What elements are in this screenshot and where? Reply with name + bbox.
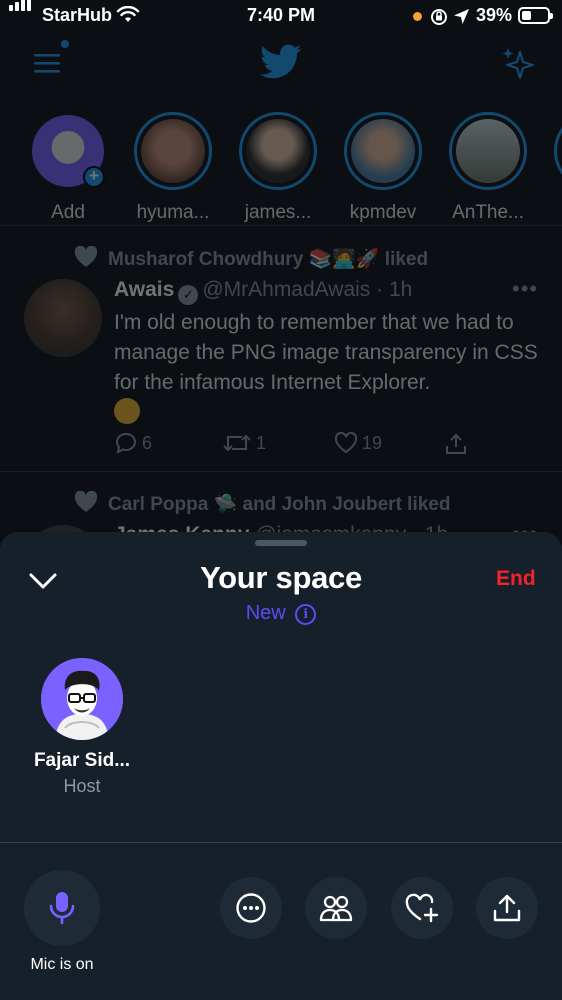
end-space-button[interactable]: End (496, 567, 536, 591)
share-space-button[interactable] (476, 877, 538, 939)
reply-icon (115, 432, 136, 454)
space-status: New i (0, 602, 562, 625)
reply-button[interactable]: 6 (114, 432, 152, 454)
fleets-carousel: + Add hyuma... james... kpmdev AnThe... (0, 106, 562, 226)
fleet-item[interactable] (553, 112, 562, 190)
shushing-face-emoji (114, 398, 140, 424)
avatar[interactable] (24, 279, 102, 357)
people-icon (319, 895, 353, 922)
fleet-name: AnThe... (452, 202, 524, 223)
retweet-button[interactable]: 1 (222, 432, 266, 454)
heart-icon (74, 491, 98, 512)
hamburger-menu-icon[interactable] (34, 52, 62, 74)
share-icon (493, 894, 521, 922)
fleet-add[interactable]: + Add (28, 112, 108, 224)
like-button[interactable]: 19 (334, 432, 382, 454)
host-avatar-illustration (41, 658, 123, 740)
avatar (456, 119, 520, 183)
battery-icon (518, 7, 553, 24)
social-context: Carl Poppa 🛸 and John Joubert liked (74, 491, 450, 516)
tweet-text: I'm old enough to remember that we had t… (114, 308, 544, 428)
space-title: Your space (200, 560, 362, 595)
social-context: Musharof Chowdhury 📚🧑‍💻🚀 liked (74, 246, 428, 271)
avatar (351, 119, 415, 183)
share-icon (446, 433, 466, 454)
share-button[interactable] (444, 432, 468, 456)
host-participant[interactable]: Fajar Sid... Host (22, 658, 142, 797)
author-handle[interactable]: @MrAhmadAwais · 1h (202, 278, 412, 301)
recording-indicator (413, 12, 422, 21)
heart-plus-icon (405, 893, 439, 923)
microphone-icon (49, 892, 75, 925)
info-icon[interactable]: i (295, 604, 317, 625)
fleet-item[interactable]: kpmdev (343, 112, 423, 224)
rotation-lock-icon (431, 9, 447, 25)
mic-status-label: Mic is on (30, 956, 94, 973)
tweet-actions: 6 1 19 (114, 432, 534, 462)
notification-dot (61, 40, 69, 48)
avatar (41, 658, 123, 740)
fleet-name: hyuma... (136, 202, 210, 223)
react-button[interactable] (391, 877, 453, 939)
tweet-header: Awais ✓ @MrAhmadAwais · 1h (114, 278, 412, 305)
fleet-name: james... (244, 202, 312, 223)
avatar (141, 119, 205, 183)
fleet-item[interactable]: hyuma... (133, 112, 213, 224)
space-sheet: Your space End New i Fajar Sid... Host M… (0, 532, 562, 1000)
verified-icon: ✓ (178, 285, 199, 305)
battery-percentage: 39% (476, 5, 513, 25)
heart-icon (74, 246, 98, 267)
twitter-bird-icon[interactable] (260, 44, 302, 80)
people-button[interactable] (305, 877, 367, 939)
status-bar: StarHub 7:40 PM 39% (0, 0, 562, 34)
mic-toggle-button[interactable] (24, 870, 100, 946)
fleet-name: Add (51, 202, 85, 223)
fleet-item[interactable]: AnThe... (448, 112, 528, 224)
retweet-icon (223, 434, 251, 452)
more-options-icon (236, 893, 266, 923)
fleet-item[interactable]: james... (238, 112, 318, 224)
top-navigation (0, 34, 562, 94)
more-icon[interactable]: ••• (512, 276, 538, 302)
new-badge: New (245, 602, 286, 624)
drag-handle[interactable] (255, 540, 307, 546)
sparkle-icon[interactable] (500, 46, 538, 82)
divider (0, 471, 562, 472)
divider (0, 842, 562, 843)
more-options-button[interactable] (220, 877, 282, 939)
fleet-name: kpmdev (349, 202, 417, 223)
plus-icon: + (83, 166, 105, 188)
host-role: Host (63, 776, 101, 796)
author-name[interactable]: Awais (114, 278, 174, 301)
heart-outline-icon (334, 432, 358, 454)
avatar (246, 119, 310, 183)
location-arrow-icon (454, 9, 469, 24)
host-name: Fajar Sid... (33, 750, 131, 771)
